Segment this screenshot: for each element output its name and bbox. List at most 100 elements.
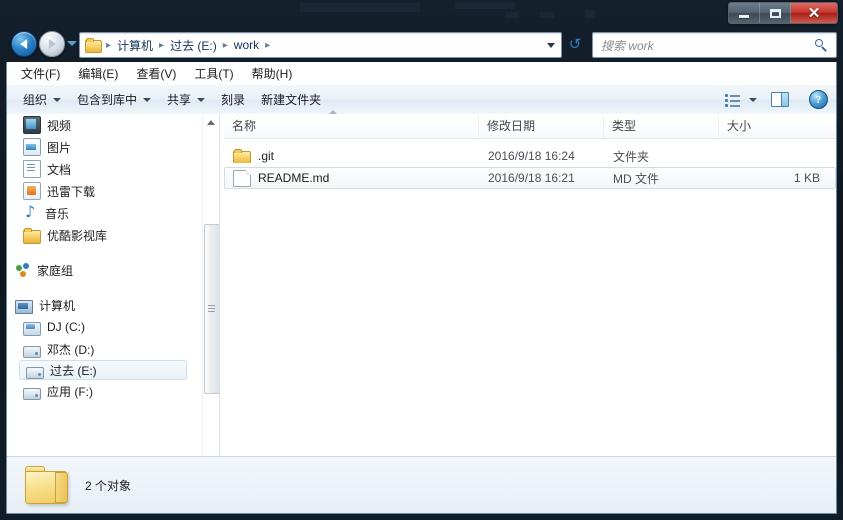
new-folder-button[interactable]: 新建文件夹 xyxy=(253,87,329,112)
file-type-cell: MD 文件 xyxy=(613,171,659,186)
column-header-size[interactable]: 大小 xyxy=(719,114,829,138)
burn-button[interactable]: 刻录 xyxy=(213,87,253,112)
sidebar-item-youku-library[interactable]: 优酷影视库 xyxy=(7,224,203,246)
sidebar-item-drive-c[interactable]: DJ (C:) xyxy=(7,316,203,338)
column-header-row: 名称 修改日期 类型 大小 xyxy=(224,110,836,139)
maximize-icon xyxy=(769,8,781,18)
scrollbar-grip-icon xyxy=(208,305,215,306)
back-button[interactable] xyxy=(11,31,37,57)
change-view-icon[interactable] xyxy=(725,93,741,107)
table-row[interactable]: README.md 2016/9/18 16:21 MD 文件 1 KB xyxy=(224,167,836,189)
sidebar-item-pictures[interactable]: 图片 xyxy=(7,136,203,158)
view-chevron-down-icon[interactable] xyxy=(749,97,757,102)
menu-file[interactable]: 文件(F) xyxy=(12,62,69,85)
sidebar-item-drive-f[interactable]: 应用 (F:) xyxy=(7,380,203,402)
address-chevron-down-icon[interactable] xyxy=(547,42,555,48)
file-type-cell: 文件夹 xyxy=(613,149,650,164)
file-date-cell: 2016/9/18 16:21 xyxy=(488,171,575,185)
breadcrumb-separator: ▸ xyxy=(159,39,165,51)
navigation-pane-scrollbar[interactable] xyxy=(202,114,219,486)
help-icon[interactable]: ? xyxy=(809,90,828,109)
title-bar[interactable]: ✕ xyxy=(0,0,843,26)
command-toolbar: 组织 包含到库中 共享 刻录 新建文件夹 ? xyxy=(7,85,836,115)
sidebar-item-label: 音乐 xyxy=(45,206,70,221)
drive-icon xyxy=(23,346,41,358)
breadcrumb-computer[interactable]: 计算机 xyxy=(114,35,156,56)
folder-icon xyxy=(85,38,102,53)
chevron-down-icon xyxy=(143,97,152,102)
pictures-icon xyxy=(23,138,41,156)
file-size-cell: 1 KB xyxy=(793,171,820,185)
sort-ascending-icon xyxy=(329,110,337,114)
sidebar-item-documents[interactable]: 文档 xyxy=(7,158,203,180)
chevron-down-icon xyxy=(197,97,206,102)
column-header-name[interactable]: 名称 xyxy=(224,110,479,138)
minimize-button[interactable] xyxy=(729,3,760,23)
file-name-label: .git xyxy=(258,149,275,163)
column-header-date[interactable]: 修改日期 xyxy=(479,114,604,138)
minimize-icon xyxy=(739,14,749,18)
column-header-name-label: 名称 xyxy=(232,119,257,133)
close-button[interactable]: ✕ xyxy=(791,3,837,23)
file-name-cell: README.md xyxy=(225,169,480,187)
sidebar-item-label: 应用 (F:) xyxy=(47,384,93,399)
menu-tools[interactable]: 工具(T) xyxy=(185,62,242,85)
file-list-pane: 名称 修改日期 类型 大小 .git 2016/9/18 16:24 文件夹 R… xyxy=(224,110,836,486)
documents-icon xyxy=(23,160,41,178)
search-input[interactable]: 搜索 work xyxy=(601,37,654,54)
burn-label: 刻录 xyxy=(221,93,246,107)
navigation-bar: ▸ 计算机 ▸ 过去 (E:) ▸ work ▸ ↺ 搜索 work xyxy=(0,26,843,62)
column-header-type[interactable]: 类型 xyxy=(604,114,719,138)
menu-edit[interactable]: 编辑(E) xyxy=(69,62,127,85)
include-in-library-button[interactable]: 包含到库中 xyxy=(69,87,159,112)
organize-button[interactable]: 组织 xyxy=(15,87,69,112)
organize-label: 组织 xyxy=(23,93,48,107)
sidebar-item-label: 邓杰 (D:) xyxy=(47,342,95,357)
file-rows-container: .git 2016/9/18 16:24 文件夹 README.md 2016/… xyxy=(224,139,836,189)
sidebar-item-label: 视频 xyxy=(47,118,72,133)
homegroup-icon xyxy=(15,262,31,278)
explorer-client-area: 文件(F) 编辑(E) 查看(V) 工具(T) 帮助(H) 组织 包含到库中 共… xyxy=(6,62,837,514)
sidebar-item-computer[interactable]: 计算机 xyxy=(7,294,203,316)
sidebar-item-drive-e[interactable]: 过去 (E:) xyxy=(19,360,187,380)
sidebar-item-label: DJ (C:) xyxy=(47,320,85,334)
menu-help[interactable]: 帮助(H) xyxy=(243,62,302,85)
table-row[interactable]: .git 2016/9/18 16:24 文件夹 xyxy=(224,145,836,167)
scrollbar-thumb[interactable] xyxy=(204,224,219,394)
search-box[interactable]: 搜索 work xyxy=(592,32,837,58)
details-pane: 2 个对象 xyxy=(7,456,836,513)
scroll-up-arrow-icon[interactable] xyxy=(203,114,219,130)
sidebar-item-xunlei-download[interactable]: 迅雷下载 xyxy=(7,180,203,202)
new-folder-label: 新建文件夹 xyxy=(261,93,322,107)
share-with-button[interactable]: 共享 xyxy=(159,87,213,112)
menu-view[interactable]: 查看(V) xyxy=(127,62,185,85)
sidebar-item-music[interactable]: 音乐 xyxy=(7,202,203,224)
breadcrumb-drive-e[interactable]: 过去 (E:) xyxy=(167,35,220,56)
sidebar-item-label: 优酷影视库 xyxy=(47,228,108,243)
sidebar-item-videos[interactable]: 视频 xyxy=(7,114,203,136)
share-with-label: 共享 xyxy=(167,93,192,107)
breadcrumb-separator: ▸ xyxy=(265,39,271,51)
search-icon xyxy=(815,38,828,52)
toolbar-right-group: ? xyxy=(725,90,836,109)
sidebar-item-homegroup[interactable]: 家庭组 xyxy=(7,259,203,281)
file-name-label: README.md xyxy=(258,171,330,185)
sidebar-item-label: 迅雷下载 xyxy=(47,184,96,199)
chevron-down-icon xyxy=(53,97,62,102)
video-icon xyxy=(23,116,41,134)
sidebar-item-label: 计算机 xyxy=(39,298,76,313)
file-icon xyxy=(233,169,251,187)
sidebar-item-label: 图片 xyxy=(47,140,72,155)
recent-locations-chevron-down-icon[interactable] xyxy=(67,41,77,46)
forward-button[interactable] xyxy=(39,31,65,57)
include-in-library-label: 包含到库中 xyxy=(77,93,138,107)
navigation-pane: 视频 图片 文档 迅雷下载 音乐 xyxy=(7,114,219,486)
sidebar-item-drive-d[interactable]: 邓杰 (D:) xyxy=(7,338,203,360)
breadcrumb-work[interactable]: work xyxy=(231,36,262,54)
maximize-button[interactable] xyxy=(760,3,791,23)
preview-pane-icon[interactable] xyxy=(771,92,789,107)
refresh-button[interactable]: ↺ xyxy=(565,34,585,54)
address-bar[interactable]: ▸ 计算机 ▸ 过去 (E:) ▸ work ▸ xyxy=(79,32,562,58)
